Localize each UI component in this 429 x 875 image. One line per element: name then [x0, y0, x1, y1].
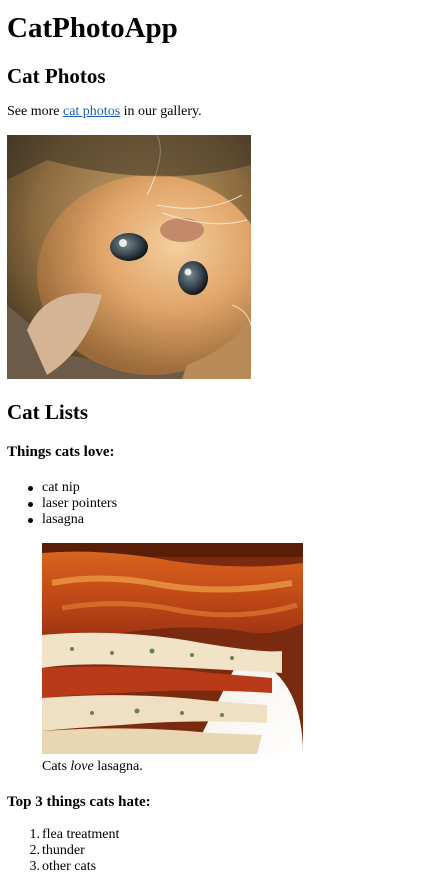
cat-photos-link[interactable]: cat photos: [63, 104, 120, 119]
hate-list-item: 3. other cats: [30, 859, 119, 875]
app-title: CatPhotoApp: [7, 12, 178, 44]
gallery-intro-before: See more: [7, 104, 63, 119]
list-number: 2.: [29, 843, 41, 858]
love-item-label: cat nip: [42, 480, 80, 495]
love-list-item: cat nip: [28, 480, 117, 496]
hate-list: 1. flea treatment 2. thunder 3. other cats: [30, 827, 120, 875]
love-list-item: lasagna: [28, 512, 117, 528]
caption-after: lasagna.: [93, 759, 143, 774]
kitten-photo: [7, 135, 251, 379]
cat-photos-heading: Cat Photos: [7, 64, 106, 88]
bullet-icon: [28, 502, 33, 507]
cat-photo-link[interactable]: [7, 135, 251, 379]
love-list-item: laser pointers: [28, 496, 118, 512]
hate-list-item: 2. thunder: [30, 843, 119, 859]
cat-lists-heading: Cat Lists: [7, 400, 89, 424]
gallery-intro-after: in our gallery.: [120, 104, 202, 119]
love-item-label: laser pointers: [42, 496, 118, 511]
hate-list-item: 1. flea treatment: [30, 827, 120, 843]
hate-item-label: flea treatment: [42, 827, 120, 842]
hate-item-label: other cats: [42, 859, 97, 874]
caption-before: Cats: [42, 759, 71, 774]
list-number: 1.: [29, 827, 41, 842]
love-list: cat nip laser pointers lasagna: [28, 480, 118, 528]
hate-item-label: thunder: [42, 843, 85, 858]
lasagna-photo: [42, 543, 303, 754]
list-number: 3.: [29, 859, 41, 874]
gallery-intro: See more cat photos in our gallery.: [7, 104, 202, 120]
things-cats-hate-heading: Top 3 things cats hate:: [7, 794, 151, 810]
love-item-label: lasagna: [42, 512, 84, 527]
bullet-icon: [28, 486, 33, 491]
lasagna-figure: [42, 543, 303, 754]
bullet-icon: [28, 518, 33, 523]
things-cats-love-heading: Things cats love:: [7, 444, 115, 460]
lasagna-caption: Cats love lasagna.: [42, 759, 143, 775]
caption-emphasis: love: [70, 759, 94, 774]
